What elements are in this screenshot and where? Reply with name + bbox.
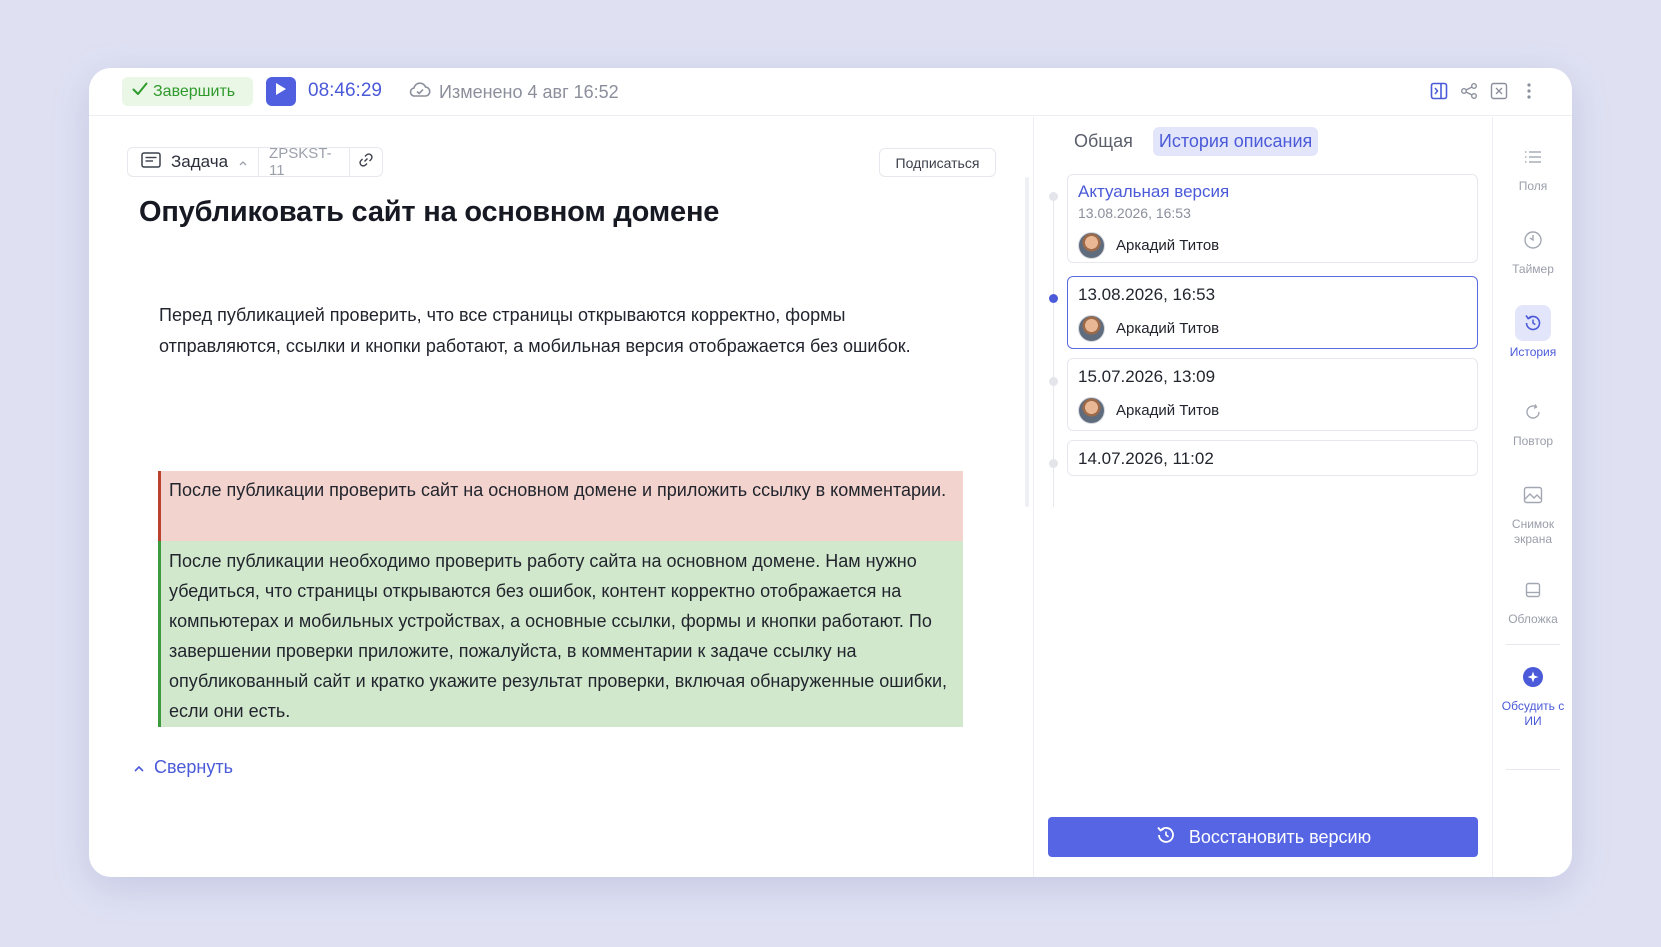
complete-label: Завершить — [153, 82, 236, 100]
chevron-up-icon — [238, 152, 248, 172]
version-author: Аркадий Титов — [1078, 315, 1219, 342]
rail-label: Таймер — [1512, 262, 1554, 276]
copy-link-button[interactable] — [350, 148, 382, 176]
rail-divider — [1506, 769, 1560, 770]
collapse-button[interactable]: Свернуть — [133, 757, 233, 778]
restore-version-button[interactable]: Восстановить версию — [1048, 817, 1478, 857]
rail-item-screenshot[interactable]: Снимок экрана — [1493, 477, 1572, 547]
task-key[interactable]: ZPSKST-11 — [259, 145, 350, 179]
chevron-up-icon — [133, 757, 145, 778]
play-button[interactable] — [266, 77, 296, 106]
timeline-dot — [1049, 459, 1058, 468]
rail-label: Снимок экрана — [1511, 517, 1555, 546]
rail-label: Обложка — [1508, 612, 1558, 626]
history-tabs: Общая История описания — [1068, 127, 1319, 156]
complete-button[interactable]: Завершить — [122, 77, 253, 106]
task-type-label: Задача — [171, 152, 229, 171]
modified-label: Изменено 4 авг 16:52 — [439, 82, 619, 102]
timer-icon — [1515, 222, 1551, 258]
timeline-dot — [1049, 192, 1058, 201]
rail-item-timer[interactable]: Таймер — [1493, 222, 1572, 277]
version-title: 13.08.2026, 16:53 — [1078, 285, 1216, 304]
share-icon[interactable] — [1460, 82, 1478, 100]
task-toolbar: Завершить 08:46:29 Изменено 4 авг 16:52 — [89, 68, 1572, 116]
rail-label: Поля — [1518, 179, 1548, 193]
rail-item-fields[interactable]: Поля — [1493, 139, 1572, 194]
image-icon — [1515, 477, 1551, 513]
version-item[interactable]: 15.07.2026, 13:09 Аркадий Титов — [1067, 358, 1478, 431]
modified-status: Изменено 4 авг 16:52 — [409, 81, 619, 104]
avatar — [1078, 397, 1105, 424]
task-card: Завершить 08:46:29 Изменено 4 авг 16:52 — [89, 68, 1572, 877]
rail-item-repeat[interactable]: Повтор — [1493, 394, 1572, 449]
toolbar-actions — [1430, 82, 1538, 100]
subscribe-button[interactable]: Подписаться — [879, 148, 996, 177]
avatar — [1078, 232, 1105, 259]
diff-added-block: После публикации необходимо проверить ра… — [158, 541, 963, 727]
version-item[interactable]: 14.07.2026, 11:02 — [1067, 440, 1478, 476]
author-name: Аркадий Титов — [1116, 320, 1220, 337]
ai-icon — [1515, 659, 1551, 695]
rail-label: Обсудить с ИИ — [1501, 699, 1565, 728]
version-title: Актуальная версия — [1078, 182, 1230, 201]
cover-icon — [1515, 572, 1551, 608]
repeat-icon — [1515, 394, 1551, 430]
version-author: Аркадий Титов — [1078, 232, 1219, 259]
play-icon — [275, 82, 287, 101]
version-title: 15.07.2026, 13:09 — [1078, 367, 1216, 386]
history-panel: Общая История описания Актуальная версия… — [1034, 117, 1492, 877]
task-breadcrumb: Задача ZPSKST-11 — [127, 145, 383, 179]
restore-icon — [1155, 824, 1177, 851]
expand-icon[interactable] — [1490, 82, 1508, 100]
rail-label: Повтор — [1512, 434, 1554, 448]
version-item-selected[interactable]: 13.08.2026, 16:53 Аркадий Титов — [1067, 276, 1478, 349]
panel-toggle-icon[interactable] — [1430, 82, 1448, 100]
version-title: 14.07.2026, 11:02 — [1078, 449, 1214, 468]
version-author: Аркадий Титов — [1078, 397, 1219, 424]
tab-general[interactable]: Общая — [1068, 127, 1139, 156]
task-title[interactable]: Опубликовать сайт на основном домене — [139, 196, 719, 229]
check-icon — [132, 82, 148, 101]
rail-item-ai[interactable]: Обсудить с ИИ — [1493, 659, 1572, 729]
card-icon — [141, 151, 161, 173]
task-content: Задача ZPSKST-11 Подписаться Опубликоват… — [89, 117, 1031, 877]
task-description[interactable]: Перед публикацией проверить, что все стр… — [159, 300, 939, 362]
list-icon — [1515, 139, 1551, 175]
side-rail: Поля Таймер История Повтор Снимок экрана — [1492, 117, 1572, 877]
rail-item-cover[interactable]: Обложка — [1493, 572, 1572, 627]
rail-label: История — [1509, 345, 1557, 359]
version-date: 13.08.2026, 16:53 — [1078, 205, 1191, 221]
rail-item-history[interactable]: История — [1493, 305, 1572, 360]
tab-description-history[interactable]: История описания — [1152, 127, 1319, 156]
version-item-current[interactable]: Актуальная версия 13.08.2026, 16:53 Арка… — [1067, 174, 1478, 263]
timeline-dot — [1049, 377, 1058, 386]
collapse-label: Свернуть — [154, 757, 233, 777]
timeline-dot-active — [1049, 294, 1058, 303]
timer-display: 08:46:29 — [308, 80, 382, 101]
link-icon — [358, 152, 374, 173]
avatar — [1078, 315, 1105, 342]
rail-divider — [1506, 644, 1560, 645]
cloud-check-icon — [409, 81, 431, 104]
history-icon — [1515, 305, 1551, 341]
restore-label: Восстановить версию — [1188, 826, 1372, 847]
author-name: Аркадий Титов — [1116, 237, 1220, 254]
scrollbar[interactable] — [1025, 177, 1029, 507]
author-name: Аркадий Титов — [1116, 402, 1220, 419]
diff-removed-block: После публикации проверить сайт на основ… — [158, 471, 963, 541]
task-type-selector[interactable]: Задача — [128, 148, 260, 176]
more-icon[interactable] — [1520, 82, 1538, 100]
